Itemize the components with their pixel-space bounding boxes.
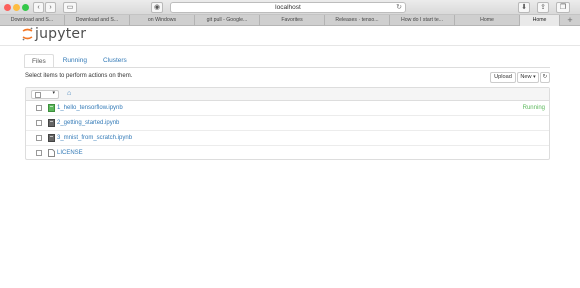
list-item[interactable]: 2_getting_started.ipynb bbox=[26, 116, 549, 131]
browser-tab[interactable]: Download and S... bbox=[0, 15, 65, 26]
forward-icon[interactable]: › bbox=[45, 2, 56, 13]
logo-text: jupyter bbox=[35, 26, 87, 42]
refresh-button[interactable]: ↻ bbox=[540, 72, 550, 83]
minimize-window-button[interactable] bbox=[13, 4, 20, 11]
browser-tab[interactable]: Releases · tenso... bbox=[325, 15, 390, 26]
select-all-dropdown[interactable]: ▾ bbox=[31, 90, 59, 99]
instructions-text: Select items to perform actions on them. bbox=[25, 73, 133, 79]
header-divider bbox=[0, 45, 580, 46]
browser-tab[interactable]: Home bbox=[455, 15, 520, 26]
browser-tab-bar: Download and S... Download and S... on W… bbox=[0, 15, 580, 26]
browser-toolbar: ‹ › ▭ ◉ localhost ↻ ⬇ ⇪ ❐ bbox=[0, 0, 580, 15]
refresh-icon: ↻ bbox=[542, 74, 548, 80]
list-item[interactable]: 3_mnist_from_scratch.ipynb bbox=[26, 131, 549, 146]
download-icon[interactable]: ⬇ bbox=[518, 2, 530, 13]
notebook-icon bbox=[48, 104, 55, 112]
close-window-button[interactable] bbox=[4, 4, 11, 11]
home-icon[interactable]: ⌂ bbox=[67, 90, 71, 97]
item-checkbox[interactable] bbox=[36, 120, 42, 126]
tab-clusters[interactable]: Clusters bbox=[96, 54, 134, 68]
tab-running[interactable]: Running bbox=[56, 54, 94, 68]
caret-down-icon: ▾ bbox=[533, 74, 536, 80]
caret-down-icon[interactable]: ▾ bbox=[52, 90, 55, 96]
file-list: ▾ ⌂ 1_hello_tensorflow.ipynb Running 2_g… bbox=[25, 87, 550, 160]
file-name[interactable]: 1_hello_tensorflow.ipynb bbox=[57, 103, 123, 113]
address-bar[interactable]: localhost ↻ bbox=[170, 2, 406, 13]
file-name[interactable]: 2_getting_started.ipynb bbox=[57, 118, 119, 128]
address-text: localhost bbox=[275, 4, 301, 11]
running-status: Running bbox=[522, 105, 545, 111]
notebook-icon bbox=[48, 134, 55, 142]
jupyter-logo[interactable]: jupyter bbox=[22, 26, 86, 42]
dashboard-tabs: Files Running Clusters bbox=[24, 54, 136, 68]
browser-tab[interactable]: How do I start te... bbox=[390, 15, 455, 26]
back-icon[interactable]: ‹ bbox=[33, 2, 44, 13]
tabs-icon[interactable]: ❐ bbox=[556, 2, 570, 13]
privacy-icon[interactable]: ◉ bbox=[151, 2, 163, 13]
list-item[interactable]: 1_hello_tensorflow.ipynb Running bbox=[26, 101, 549, 116]
file-icon bbox=[48, 149, 55, 157]
item-checkbox[interactable] bbox=[36, 150, 42, 156]
item-checkbox[interactable] bbox=[36, 135, 42, 141]
zoom-window-button[interactable] bbox=[22, 4, 29, 11]
browser-tab[interactable]: Download and S... bbox=[65, 15, 130, 26]
browser-tab[interactable]: git pull - Google... bbox=[195, 15, 260, 26]
browser-tab-active[interactable]: Home bbox=[520, 15, 560, 26]
new-button[interactable]: New ▾ bbox=[517, 72, 539, 83]
jupyter-logo-icon bbox=[22, 27, 33, 41]
reload-icon[interactable]: ↻ bbox=[396, 3, 402, 12]
file-name[interactable]: LICENSE bbox=[57, 148, 83, 158]
file-list-header: ▾ ⌂ bbox=[26, 88, 549, 101]
browser-tab[interactable]: on Windows bbox=[130, 15, 195, 26]
sidebar-icon[interactable]: ▭ bbox=[63, 2, 77, 13]
new-tab-button[interactable]: + bbox=[560, 15, 580, 25]
share-icon[interactable]: ⇪ bbox=[537, 2, 549, 13]
list-item[interactable]: LICENSE bbox=[26, 146, 549, 161]
upload-button[interactable]: Upload bbox=[490, 72, 516, 83]
browser-tab[interactable]: Favorites bbox=[260, 15, 325, 26]
new-button-label: New bbox=[520, 74, 532, 80]
item-checkbox[interactable] bbox=[36, 105, 42, 111]
select-all-checkbox[interactable] bbox=[35, 92, 41, 98]
tab-files[interactable]: Files bbox=[24, 54, 54, 68]
notebook-icon bbox=[48, 119, 55, 127]
file-name[interactable]: 3_mnist_from_scratch.ipynb bbox=[57, 133, 132, 143]
tabs-underline bbox=[24, 67, 550, 68]
